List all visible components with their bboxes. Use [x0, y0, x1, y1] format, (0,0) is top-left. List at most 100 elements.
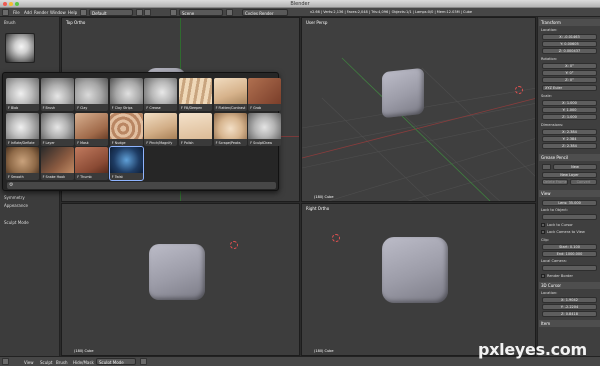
- viewport-label: Top Ortho: [66, 20, 86, 25]
- brush-tile-fill-deepen[interactable]: F Fill/Deepen: [179, 78, 212, 111]
- screen-select[interactable]: Default: [89, 9, 133, 16]
- grease-pencil-panel-header[interactable]: Grease Pencil: [539, 154, 600, 161]
- brush-tile-layer[interactable]: F Layer: [40, 112, 74, 146]
- lock-camera-checkbox[interactable]: [541, 230, 545, 234]
- clip-end-field[interactable]: End: 1000.000: [542, 251, 597, 257]
- clip-start-field[interactable]: Start: 0.100: [542, 244, 597, 250]
- menu-add[interactable]: Add: [24, 10, 32, 15]
- remove-screen-icon[interactable]: [144, 9, 151, 16]
- sculpt-mode-panel-header[interactable]: Sculpt Mode: [4, 220, 29, 225]
- cube-mesh[interactable]: [382, 67, 424, 119]
- menu-sculpt[interactable]: Sculpt: [40, 360, 53, 365]
- render-border-checkbox[interactable]: [541, 274, 545, 278]
- add-scene-icon[interactable]: [226, 9, 233, 16]
- 3d-cursor-icon[interactable]: [230, 241, 238, 249]
- convert-button[interactable]: Convert: [570, 179, 597, 185]
- brush-tile-label: F Inflate/Deflate: [8, 140, 35, 145]
- menu-file[interactable]: File: [13, 10, 20, 15]
- cube-mesh[interactable]: [382, 237, 448, 303]
- 3d-cursor-icon[interactable]: [332, 234, 340, 242]
- transform-panel-header[interactable]: Transform: [539, 19, 600, 26]
- dimensions-x-field[interactable]: X: 2.384: [542, 129, 597, 135]
- editor-type-info-icon[interactable]: [2, 9, 9, 16]
- resize-handle-icon[interactable]: ⚙: [9, 182, 13, 188]
- viewport-shading-icon[interactable]: [140, 358, 147, 365]
- menu-view[interactable]: View: [24, 360, 34, 365]
- location-z-field[interactable]: Z: 0.000437: [542, 48, 597, 54]
- brush-tile-mask[interactable]: F Mask: [75, 112, 109, 146]
- render-engine-select[interactable]: Cycles Render: [242, 9, 288, 16]
- lens-field[interactable]: Lens: 35.000: [542, 200, 597, 206]
- lock-to-object-field[interactable]: [542, 214, 597, 220]
- brush-tile-brush[interactable]: F Brush: [40, 78, 74, 111]
- dimensions-y-field[interactable]: Y: 2.384: [542, 136, 597, 142]
- add-screen-icon[interactable]: [136, 9, 143, 16]
- brush-tile-smooth[interactable]: F Smooth: [6, 147, 39, 180]
- scale-y-field[interactable]: Y: 1.000: [542, 107, 597, 113]
- 3d-cursor-panel-header[interactable]: 3D Cursor: [539, 282, 600, 289]
- rotation-x-field[interactable]: X: 0°: [542, 63, 597, 69]
- brush-tile-sculptdraw[interactable]: F SculptDraw: [248, 112, 282, 146]
- brush-tile-nudge[interactable]: F Nudge: [109, 112, 143, 146]
- viewport-user-persp[interactable]: User Persp (180) Cube: [301, 17, 536, 202]
- menu-brush[interactable]: Brush: [56, 360, 68, 365]
- view-panel-header[interactable]: View: [539, 190, 600, 197]
- dimensions-z-field[interactable]: Z: 2.384: [542, 143, 597, 149]
- symmetry-panel-header[interactable]: Symmetry: [4, 195, 25, 200]
- brush-tile-label: F Mask: [77, 140, 89, 145]
- scene-icon[interactable]: [170, 9, 177, 16]
- dimensions-label: Dimensions:: [541, 123, 564, 127]
- viewport-front-ortho[interactable]: (180) Cube: [61, 203, 300, 356]
- brush-tile-clay[interactable]: F Clay: [75, 78, 109, 111]
- brush-tile-polish[interactable]: F Polish: [179, 112, 212, 146]
- brush-tile-scrape-peaks[interactable]: F Scrape/Peaks: [213, 112, 247, 146]
- brush-tile-inflate-deflate[interactable]: F Inflate/Deflate: [6, 112, 39, 146]
- rotation-z-field[interactable]: Z: 0°: [542, 77, 597, 83]
- local-camera-field[interactable]: [542, 265, 597, 271]
- cursor-y-field[interactable]: Y: -2.2204: [542, 304, 597, 310]
- editor-type-3d-view-icon[interactable]: [2, 358, 9, 365]
- new-layer-button[interactable]: New Layer: [542, 172, 597, 178]
- 3d-cursor-icon[interactable]: [515, 86, 523, 94]
- cube-mesh[interactable]: [149, 244, 205, 300]
- brush-tile-label: F Twist: [111, 175, 123, 179]
- brush-tile-snake-hook[interactable]: F Snake Hook: [40, 147, 74, 180]
- brush-preview-icon: [179, 112, 212, 139]
- brush-tile-crease[interactable]: F Crease: [144, 78, 178, 111]
- viewport-label: Right Ortho: [306, 206, 330, 211]
- appearance-panel-header[interactable]: Appearance: [4, 203, 28, 208]
- rotation-mode-select[interactable]: XYZ Euler: [542, 85, 597, 91]
- item-panel-header[interactable]: Item: [539, 320, 600, 327]
- viewport-right-ortho[interactable]: Right Ortho (180) Cube: [301, 203, 536, 356]
- menu-window[interactable]: Window: [50, 10, 66, 15]
- brush-tile-blob[interactable]: F Blob: [6, 78, 39, 111]
- brush-tile-pinch-magnify[interactable]: F Pinch/Magnify: [144, 112, 178, 146]
- menu-help[interactable]: Help: [68, 10, 77, 15]
- brush-tile-clay-strips[interactable]: F Clay Strips: [109, 78, 143, 111]
- brush-tile-grab[interactable]: F Grab: [248, 78, 282, 111]
- brush-tile-thumb[interactable]: F Thumb: [75, 147, 109, 180]
- scene-select[interactable]: Scene: [179, 9, 223, 16]
- cursor-location-label: Location:: [541, 291, 558, 295]
- menu-render[interactable]: Render: [34, 10, 48, 15]
- scale-x-field[interactable]: X: 1.000: [542, 100, 597, 106]
- active-brush-thumbnail[interactable]: [5, 33, 35, 63]
- location-y-field[interactable]: Y: 0.00605: [542, 41, 597, 47]
- pencil-icon[interactable]: [542, 164, 551, 170]
- rotation-y-field[interactable]: Y: 0°: [542, 70, 597, 76]
- cursor-x-field[interactable]: X: 1.9042: [542, 297, 597, 303]
- lock-to-cursor-checkbox[interactable]: [541, 223, 545, 227]
- location-x-field[interactable]: X: -0.01463: [542, 34, 597, 40]
- grease-pencil-new-button[interactable]: New: [553, 164, 597, 170]
- cursor-z-field[interactable]: Z: 0.8418: [542, 311, 597, 317]
- brush-tile-label: F Layer: [42, 140, 55, 145]
- viewport-footer: (180) Cube: [314, 195, 334, 199]
- screen-layout-icon[interactable]: [80, 9, 87, 16]
- scale-z-field[interactable]: Z: 1.000: [542, 114, 597, 120]
- menu-hide-mask[interactable]: Hide/Mask: [73, 360, 94, 365]
- mode-select[interactable]: Sculpt Mode: [96, 358, 136, 365]
- delete-frame-button[interactable]: Delete Frame: [542, 179, 568, 185]
- brush-tile-flatten-contrast[interactable]: F Flatten/Contrast: [213, 78, 247, 111]
- brush-panel-header[interactable]: Brush: [4, 20, 16, 25]
- brush-tile-twist[interactable]: F Twist: [108, 146, 144, 181]
